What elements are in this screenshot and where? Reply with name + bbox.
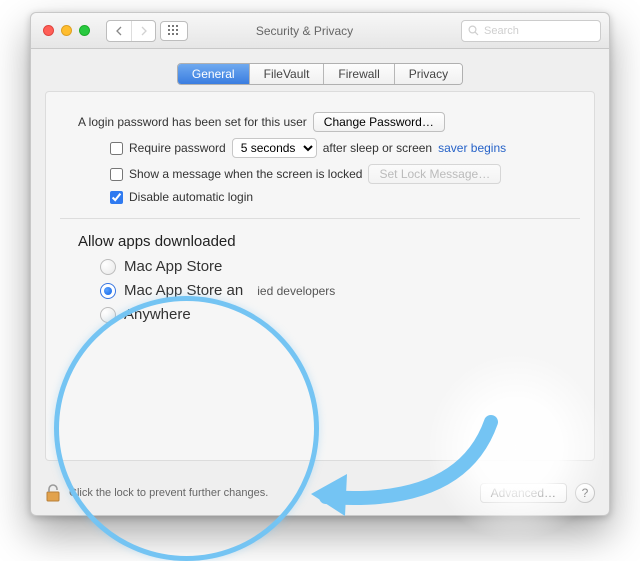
tabs-group: General FileVault Firewall Privacy — [31, 63, 609, 85]
radio-label: Anywhere — [124, 306, 191, 323]
radio-icon — [100, 259, 116, 275]
window-controls — [39, 25, 90, 36]
screensaver-link[interactable]: saver begins — [438, 141, 506, 155]
preferences-window: Security & Privacy General FileVault Fir… — [30, 12, 610, 516]
require-password-label-pre: Require password — [129, 141, 226, 155]
disable-auto-login-row: Disable automatic login — [110, 190, 580, 204]
advanced-button[interactable]: Advanced… — [480, 483, 567, 503]
nav-back-forward — [106, 20, 156, 42]
lock-text: Click the lock to prevent further change… — [69, 487, 268, 499]
login-password-text: A login password has been set for this u… — [78, 115, 307, 129]
lock-icon[interactable] — [45, 483, 61, 503]
login-password-row: A login password has been set for this u… — [78, 112, 580, 132]
radio-mac-app-store-identified[interactable]: Mac App Store an ied developers — [100, 282, 580, 299]
require-password-label-post: after sleep or screen — [323, 141, 432, 155]
search-field[interactable] — [461, 20, 601, 42]
radio-label: Mac App Store an — [124, 282, 243, 299]
back-button[interactable] — [107, 21, 131, 41]
radio-label-tail: ied developers — [257, 284, 335, 298]
search-icon — [468, 25, 479, 36]
tab-filevault[interactable]: FileVault — [250, 64, 325, 84]
radio-icon — [100, 283, 116, 299]
search-input[interactable] — [484, 25, 594, 37]
window-titlebar: Security & Privacy — [31, 13, 609, 49]
help-button[interactable]: ? — [575, 483, 595, 503]
show-message-label: Show a message when the screen is locked — [129, 167, 362, 181]
general-panel: A login password has been set for this u… — [45, 91, 595, 461]
close-icon[interactable] — [43, 25, 54, 36]
footer: Click the lock to prevent further change… — [31, 475, 609, 515]
tab-general[interactable]: General — [178, 64, 250, 84]
minimize-icon[interactable] — [61, 25, 72, 36]
show-all-button[interactable] — [160, 21, 188, 41]
allow-apps-radiogroup: Mac App Store Mac App Store an ied devel… — [100, 258, 580, 323]
separator — [60, 218, 580, 219]
radio-label: Mac App Store — [124, 258, 222, 275]
tab-privacy[interactable]: Privacy — [395, 64, 462, 84]
disable-auto-login-label: Disable automatic login — [129, 190, 253, 204]
allow-apps-title: Allow apps downloaded — [78, 233, 580, 250]
tab-firewall[interactable]: Firewall — [324, 64, 394, 84]
require-delay-select[interactable]: 5 seconds — [232, 138, 317, 158]
require-password-checkbox[interactable] — [110, 142, 123, 155]
radio-anywhere[interactable]: Anywhere — [100, 306, 580, 323]
forward-button[interactable] — [131, 21, 155, 41]
radio-icon — [100, 307, 116, 323]
radio-mac-app-store[interactable]: Mac App Store — [100, 258, 580, 275]
zoom-icon[interactable] — [79, 25, 90, 36]
change-password-button[interactable]: Change Password… — [313, 112, 445, 132]
grid-icon — [168, 25, 180, 37]
disable-auto-login-checkbox[interactable] — [110, 191, 123, 204]
set-lock-message-button[interactable]: Set Lock Message… — [368, 164, 501, 184]
annotation-circle — [54, 296, 319, 561]
show-message-checkbox[interactable] — [110, 168, 123, 181]
require-password-row: Require password 5 seconds after sleep o… — [110, 138, 580, 158]
show-message-row: Show a message when the screen is locked… — [110, 164, 580, 184]
window-title: Security & Privacy — [196, 24, 453, 38]
